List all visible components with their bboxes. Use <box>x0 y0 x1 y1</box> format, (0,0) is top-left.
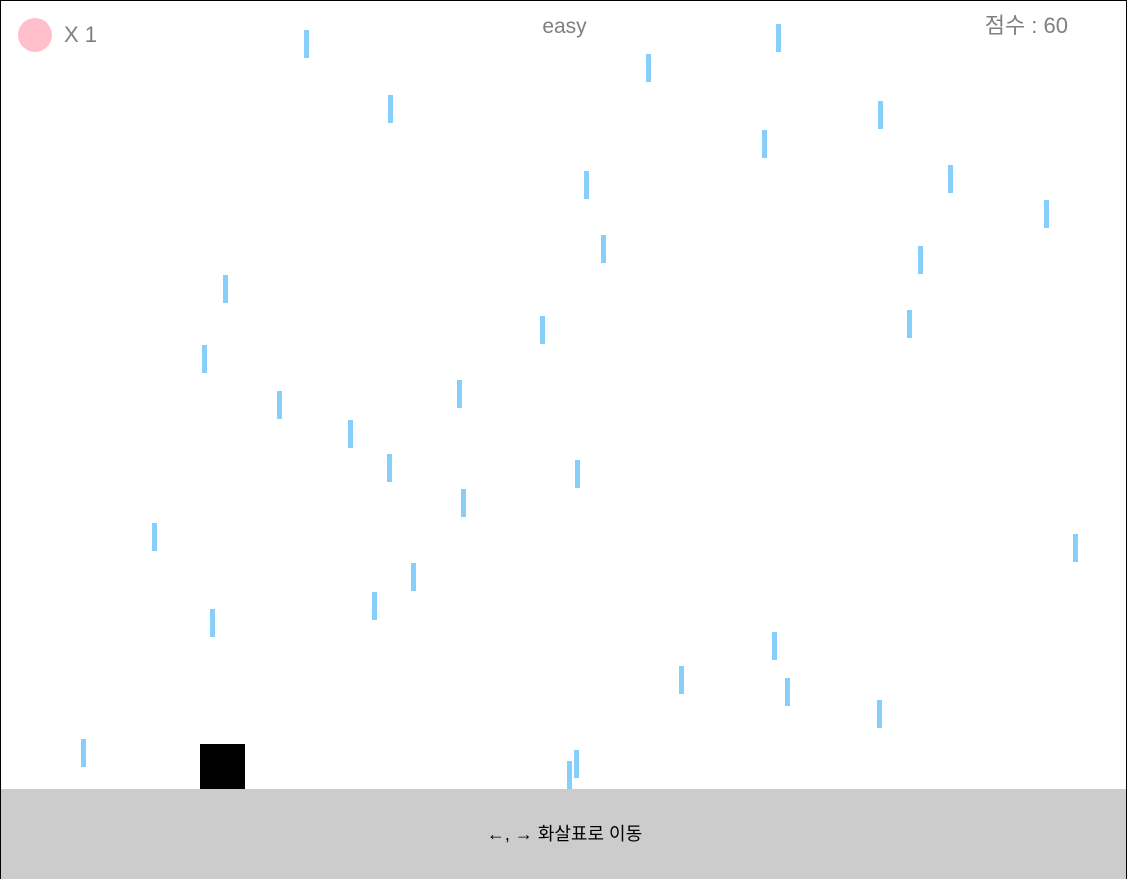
raindrop <box>223 275 228 303</box>
player-block <box>200 744 245 789</box>
raindrop <box>567 761 572 789</box>
raindrop <box>762 130 767 158</box>
raindrop <box>1044 200 1049 228</box>
raindrop <box>584 171 589 199</box>
raindrop <box>646 54 651 82</box>
game-canvas[interactable]: X 1 easy 점수 : 60 ←, → 화살표로 이동 <box>0 0 1127 879</box>
raindrop <box>948 165 953 193</box>
raindrop <box>540 316 545 344</box>
raindrop <box>575 460 580 488</box>
difficulty-label: easy <box>542 15 587 38</box>
raindrop <box>388 95 393 123</box>
raindrop <box>878 101 883 129</box>
raindrops-layer <box>1 1 1126 789</box>
raindrop <box>457 380 462 408</box>
raindrop <box>152 523 157 551</box>
controls-instructions: ←, → 화살표로 이동 <box>486 824 643 844</box>
raindrop <box>877 700 882 728</box>
raindrop <box>1073 534 1078 562</box>
raindrop <box>411 563 416 591</box>
raindrop <box>574 750 579 778</box>
raindrop <box>785 678 790 706</box>
raindrop <box>772 632 777 660</box>
raindrop <box>277 391 282 419</box>
raindrop <box>907 310 912 338</box>
raindrop <box>348 420 353 448</box>
raindrop <box>918 246 923 274</box>
raindrop <box>372 592 377 620</box>
score-display: 점수 : 60 <box>984 13 1068 38</box>
raindrop <box>387 454 392 482</box>
raindrop <box>679 666 684 694</box>
raindrop <box>461 489 466 517</box>
raindrop <box>202 345 207 373</box>
raindrop <box>81 739 86 767</box>
raindrop <box>601 235 606 263</box>
raindrop <box>210 609 215 637</box>
